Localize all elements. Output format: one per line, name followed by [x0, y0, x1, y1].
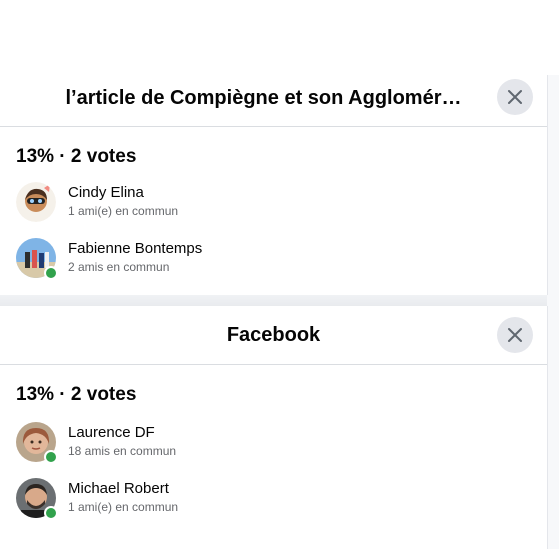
list-item[interactable]: Laurence DF 18 amis en commun [16, 422, 547, 478]
mutual-friends: 1 ami(e) en commun [68, 204, 179, 218]
list-item[interactable]: Fabienne Bontemps 2 amis en commun [16, 238, 547, 294]
person-name[interactable]: Laurence DF [68, 424, 155, 441]
reactions-dialog-1: l’article de Compiègne et son Agglomér… … [0, 75, 548, 295]
dialog-separator [0, 295, 547, 306]
dialog-title: Facebook [226, 324, 321, 346]
person-name[interactable]: Fabienne Bontemps [68, 240, 202, 257]
list-item[interactable]: Cindy Elina 1 ami(e) en commun [16, 182, 547, 238]
online-status-dot [44, 266, 58, 280]
online-status-dot [44, 506, 58, 520]
background-strip [547, 75, 559, 549]
close-button[interactable] [497, 79, 533, 115]
online-status-dot [44, 450, 58, 464]
dialog-header: l’article de Compiègne et son Agglomér… [0, 75, 547, 127]
person-name[interactable]: Cindy Elina [68, 184, 144, 201]
dialog-header: Facebook [0, 306, 547, 365]
mutual-friends: 18 amis en commun [68, 444, 177, 458]
avatar[interactable] [16, 182, 56, 222]
person-name[interactable]: Michael Robert [68, 480, 169, 497]
list-item[interactable]: Michael Robert 1 ami(e) en commun [16, 478, 547, 534]
vote-summary: 13% · 2 votes [16, 384, 137, 405]
close-icon [508, 328, 522, 342]
reactions-dialog-2: Facebook 13% · 2 votes Laurence DF 18 am… [0, 306, 548, 549]
vote-summary: 13% · 2 votes [16, 146, 137, 167]
close-button[interactable] [497, 317, 533, 353]
dialog-title: l’article de Compiègne et son Agglomér… [65, 87, 462, 109]
mutual-friends: 2 amis en commun [68, 260, 170, 274]
mutual-friends: 1 ami(e) en commun [68, 500, 179, 514]
close-icon [508, 90, 522, 104]
